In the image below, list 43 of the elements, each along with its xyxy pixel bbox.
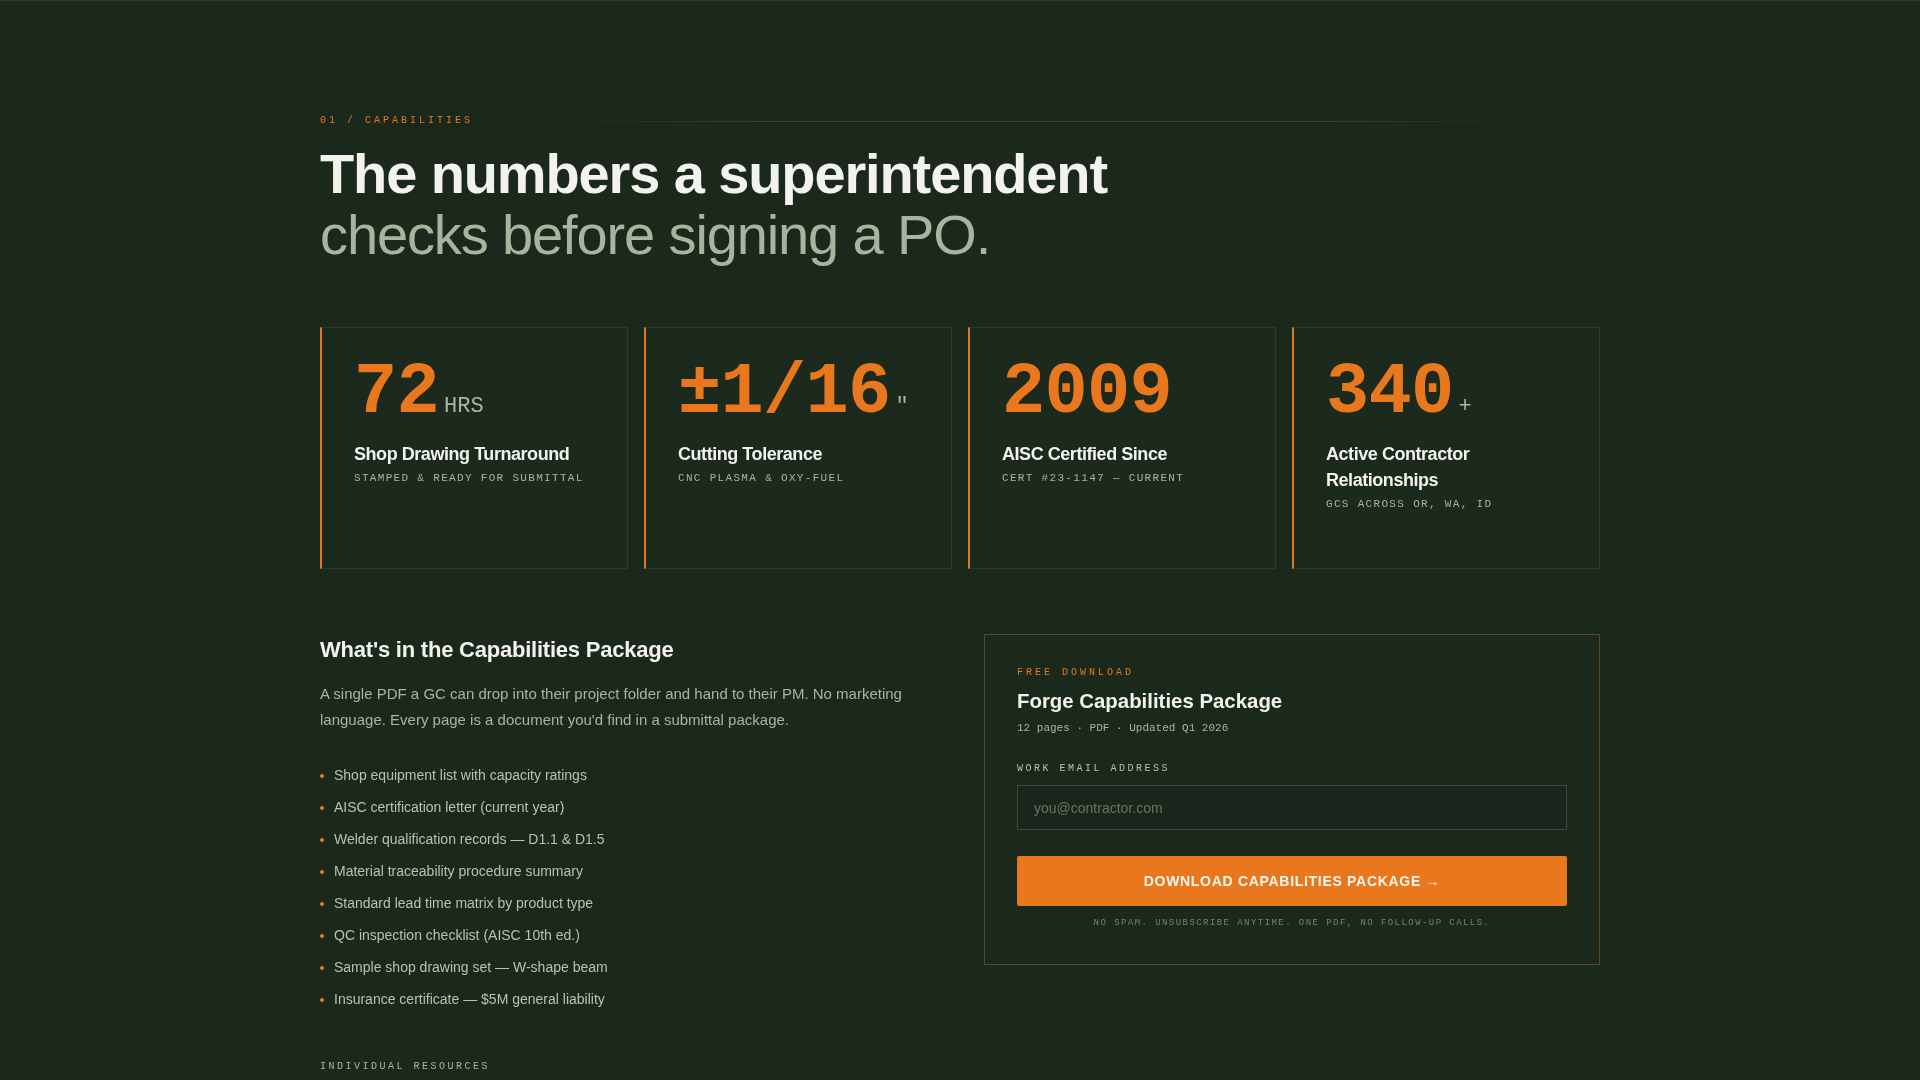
email-label: WORK EMAIL ADDRESS (1017, 762, 1171, 776)
package-item: Shop equipment list with capacity ratings (334, 766, 587, 785)
stat-detail: CERT #23-1147 — CURRENT (1002, 471, 1186, 486)
package-item: Standard lead time matrix by product type (334, 894, 594, 913)
stat-value: 72 (354, 357, 439, 429)
stat-detail: GCS ACROSS OR, WA, ID (1326, 497, 1494, 512)
email-input[interactable]: you@contractor.com (1017, 785, 1567, 830)
bullet-icon (320, 934, 324, 938)
bullet-icon (320, 870, 324, 874)
stat-value: ±1/16 (678, 357, 891, 429)
resources-heading: INDIVIDUAL RESOURCES (320, 1060, 492, 1074)
download-button[interactable]: DOWNLOAD CAPABILITIES PACKAGE → (1017, 856, 1567, 906)
package-item: QC inspection checklist (AISC 10th ed.) (334, 926, 580, 945)
bullet-icon (320, 806, 324, 810)
download-title: Forge Capabilities Package (1017, 689, 1283, 714)
stat-unit: HRS (444, 394, 484, 419)
stat-detail: CNC PLASMA & OXY-FUEL (678, 471, 846, 486)
stat-unit: + (1458, 394, 1472, 419)
download-meta: 12 pages · PDF · Updated Q1 2026 (1017, 721, 1229, 736)
package-item: AISC certification letter (current year) (334, 798, 565, 817)
download-eyebrow: FREE DOWNLOAD (1017, 666, 1134, 680)
package-item: Material traceability procedure summary (334, 862, 583, 881)
stat-label: AISC Certified Since (1002, 443, 1169, 466)
package-description: A single PDF a GC can drop into their project folder and hand to their PM. No marketing language. Every page is a document you'd find in a submittal package. (320, 684, 903, 730)
bullet-icon (320, 998, 324, 1002)
bullet-icon (320, 774, 324, 778)
stat-label: Active Contractor Relationships (1326, 443, 1471, 492)
section-headline: The numbers a superintendent checks before signing a PO. (320, 144, 1107, 265)
disclaimer-note: NO SPAM. UNSUBSCRIBE ANYTIME. ONE PDF, NO FOLLOW-UP CALLS. (1093, 917, 1491, 929)
package-item: Sample shop drawing set — W-shape beam (334, 958, 608, 977)
package-heading: What's in the Capabilities Package (320, 636, 675, 664)
package-item: Welder qualification records — D1.1 & D1.5 (334, 830, 605, 849)
stat-value: 340 (1326, 357, 1454, 429)
bullet-icon (320, 902, 324, 906)
stat-detail: STAMPED & READY FOR SUBMITTAL (354, 471, 585, 486)
section-eyebrow: 01 / CAPABILITIES (320, 114, 474, 128)
bullet-icon (320, 966, 324, 970)
package-item: Insurance certificate — $5M general liability (334, 990, 605, 1009)
stat-label: Cutting Tolerance (678, 443, 824, 466)
stat-value: 2009 (1002, 357, 1172, 429)
bullet-icon (320, 838, 324, 842)
stat-unit: " (895, 394, 909, 419)
stat-label: Shop Drawing Turnaround (354, 443, 571, 466)
